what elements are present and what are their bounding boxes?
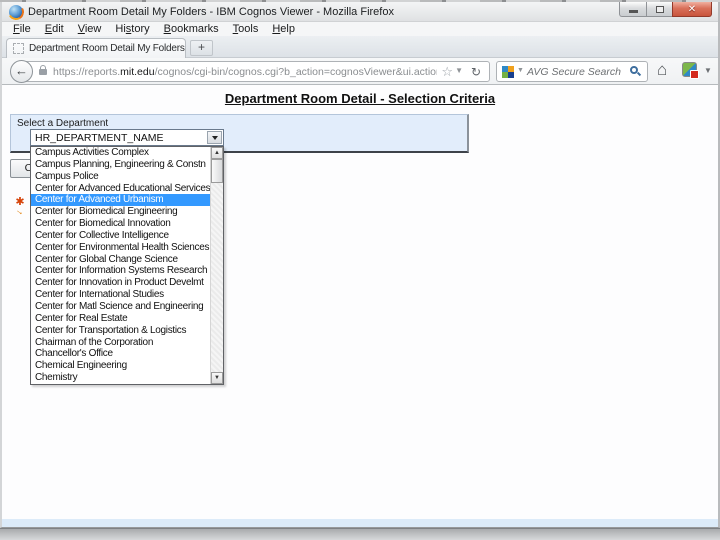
- close-button[interactable]: ✕: [672, 2, 712, 17]
- list-item[interactable]: Center for Global Change Science: [31, 254, 210, 266]
- minimize-icon: [629, 10, 638, 13]
- menu-file[interactable]: File: [6, 23, 38, 35]
- list-item[interactable]: Campus Activities Complex: [31, 147, 210, 159]
- lock-icon: [39, 69, 47, 75]
- department-select[interactable]: HR_DEPARTMENT_NAME: [30, 129, 224, 146]
- close-icon: ✕: [688, 4, 696, 15]
- toolbar-dropdown-icon[interactable]: ▼: [704, 66, 712, 75]
- required-field-indicator: ✱ →: [13, 198, 27, 216]
- menu-tools[interactable]: Tools: [226, 23, 266, 35]
- tab-bar: Department Room Detail My Folders - IB..…: [2, 36, 718, 58]
- tab-title: Department Room Detail My Folders - IB..…: [29, 43, 185, 54]
- department-select-value: HR_DEPARTMENT_NAME: [35, 132, 205, 144]
- navigation-toolbar: ← https://reports.mit.edu/cognos/cgi-bin…: [2, 58, 718, 85]
- menu-view[interactable]: View: [71, 23, 109, 35]
- list-item[interactable]: Chairman of the Corporation: [31, 337, 210, 349]
- url-domain: mit.edu: [120, 66, 154, 78]
- window-title: Department Room Detail My Folders - IBM …: [28, 6, 394, 18]
- window-controls: ✕: [620, 2, 712, 17]
- list-item[interactable]: Center for Innovation in Product Develmt: [31, 277, 210, 289]
- scrollbar-thumb[interactable]: [211, 159, 223, 183]
- minimize-button[interactable]: [619, 2, 647, 17]
- search-box[interactable]: ▼ AVG Secure Search: [496, 61, 648, 82]
- back-button[interactable]: ←: [10, 60, 33, 83]
- list-item[interactable]: Campus Police: [31, 171, 210, 183]
- dropdown-scrollbar[interactable]: ▲ ▼: [210, 147, 223, 384]
- firefox-window: Department Room Detail My Folders - IBM …: [0, 2, 720, 528]
- url-dropdown-icon[interactable]: ▼: [455, 66, 463, 75]
- list-item[interactable]: Center for Transportation & Logistics: [31, 325, 210, 337]
- list-item[interactable]: Chancellor's Office: [31, 348, 210, 360]
- menu-bookmarks[interactable]: Bookmarks: [157, 23, 226, 35]
- url-path: /cognos/cgi-bin/cognos.cgi?b_action=cogn…: [155, 66, 437, 78]
- list-item[interactable]: Chemical Engineering: [31, 360, 210, 372]
- select-dropdown-button[interactable]: [207, 131, 222, 144]
- firefox-icon: [9, 5, 23, 19]
- new-tab-button[interactable]: +: [190, 40, 213, 56]
- scroll-up-button[interactable]: ▲: [211, 147, 223, 159]
- list-item[interactable]: Center for Matl Science and Engineering: [31, 301, 210, 313]
- select-department-label: Select a Department: [17, 118, 108, 129]
- bookmark-star-icon[interactable]: ☆: [441, 64, 453, 80]
- avg-alert-badge: [690, 70, 699, 79]
- tab-favicon-placeholder-icon: [13, 43, 24, 54]
- page-content: Department Room Detail - Selection Crite…: [2, 85, 718, 527]
- dropdown-options: Campus Activities ComplexCampus Planning…: [31, 147, 210, 384]
- list-item[interactable]: Center for Biomedical Engineering: [31, 206, 210, 218]
- reload-icon[interactable]: ↻: [471, 65, 481, 79]
- desktop-taskbar-strip: [0, 528, 720, 540]
- menu-history[interactable]: History: [108, 23, 156, 35]
- search-engine-dropdown-icon[interactable]: ▼: [517, 67, 524, 74]
- list-item[interactable]: Center for Information Systems Research: [31, 265, 210, 277]
- page-footer-strip: [2, 519, 718, 527]
- list-item[interactable]: Center for Collective Intelligence: [31, 230, 210, 242]
- maximize-icon: [656, 6, 664, 13]
- menu-help[interactable]: Help: [265, 23, 302, 35]
- url-scheme: https://: [53, 66, 85, 78]
- maximize-button[interactable]: [646, 2, 673, 17]
- menu-edit[interactable]: Edit: [38, 23, 71, 35]
- window-titlebar: Department Room Detail My Folders - IBM …: [2, 2, 718, 22]
- home-icon[interactable]: ⌂: [657, 60, 667, 80]
- list-item[interactable]: Center for Environmental Health Sciences: [31, 242, 210, 254]
- url-subdomain: reports.: [85, 66, 121, 78]
- list-item[interactable]: Center for International Studies: [31, 289, 210, 301]
- search-placeholder: AVG Secure Search: [527, 66, 621, 78]
- page-title: Department Room Detail - Selection Crite…: [2, 91, 718, 106]
- avg-security-icon[interactable]: [682, 62, 697, 77]
- list-item[interactable]: Chemistry: [31, 372, 210, 384]
- tab-department-room-detail[interactable]: Department Room Detail My Folders - IB..…: [6, 38, 186, 58]
- avg-logo-icon[interactable]: [502, 66, 514, 78]
- menu-bar: FileEditViewHistoryBookmarksToolsHelp: [2, 22, 718, 36]
- list-item[interactable]: Center for Real Estate: [31, 313, 210, 325]
- scroll-down-button[interactable]: ▼: [211, 372, 223, 384]
- search-magnifier-icon[interactable]: [630, 66, 638, 74]
- list-item[interactable]: Campus Planning, Engineering & Constn: [31, 159, 210, 171]
- list-item[interactable]: Center for Advanced Urbanism: [31, 194, 210, 206]
- department-dropdown-list: Campus Activities ComplexCampus Planning…: [30, 146, 224, 385]
- url-text: https://reports.mit.edu/cognos/cgi-bin/c…: [53, 66, 437, 78]
- chevron-down-icon: [212, 136, 218, 143]
- url-bar[interactable]: https://reports.mit.edu/cognos/cgi-bin/c…: [22, 61, 490, 82]
- list-item[interactable]: Center for Biomedical Innovation: [31, 218, 210, 230]
- list-item[interactable]: Center for Advanced Educational Services: [31, 183, 210, 195]
